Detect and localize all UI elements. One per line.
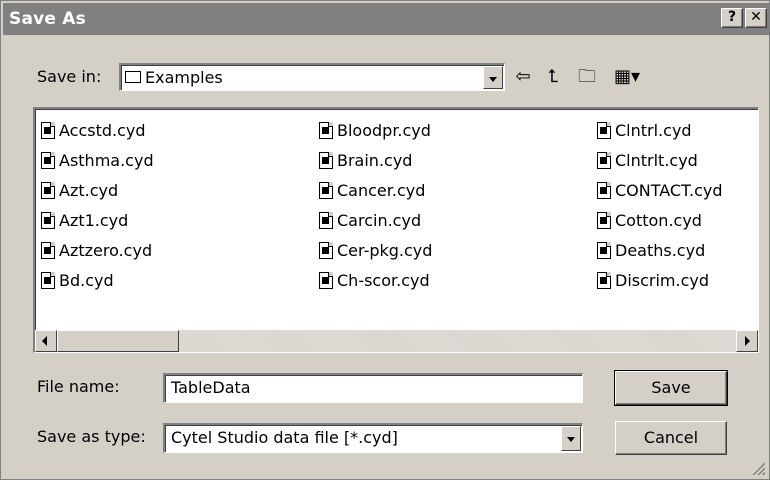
file-item[interactable]: CONTACT.cyd [597, 175, 722, 205]
new-folder-icon[interactable]: 🗀 [573, 65, 601, 89]
file-item[interactable]: Carcin.cyd [319, 205, 432, 235]
up-folder-icon[interactable]: ⮤ [539, 65, 567, 89]
file-icon [319, 151, 333, 169]
file-column-3: Clntrl.cyd Clntrlt.cyd CONTACT.cyd Cotto… [597, 115, 722, 295]
resize-grip[interactable] [751, 461, 765, 475]
back-icon[interactable]: ⇦ [509, 65, 537, 89]
save-button[interactable]: Save [614, 370, 728, 406]
save-as-type-label: Save as type: [37, 427, 146, 446]
save-as-type-dropdown-button[interactable] [561, 426, 581, 451]
file-icon [597, 151, 611, 169]
scroll-left-button[interactable] [35, 330, 57, 352]
save-as-type-value: Cytel Studio data file [*.cyd] [171, 428, 398, 447]
file-item[interactable]: Asthma.cyd [41, 145, 154, 175]
file-icon [319, 211, 333, 229]
file-icon [319, 271, 333, 289]
title-bar: Save As ? ✕ [3, 3, 769, 35]
file-item[interactable]: Clntrlt.cyd [597, 145, 722, 175]
close-button[interactable]: ✕ [745, 8, 767, 28]
file-item[interactable]: Deaths.cyd [597, 235, 722, 265]
file-name-input[interactable]: TableData [163, 373, 583, 403]
file-name-label: File name: [37, 377, 120, 396]
scroll-thumb[interactable] [57, 330, 179, 352]
file-item[interactable]: Clntrl.cyd [597, 115, 722, 145]
horizontal-scrollbar[interactable] [35, 330, 758, 352]
file-name-value: TableData [171, 378, 251, 397]
cancel-button[interactable]: Cancel [615, 421, 727, 455]
file-icon [41, 241, 55, 259]
file-item[interactable]: Bloodpr.cyd [319, 115, 432, 145]
file-item[interactable]: Ch-scor.cyd [319, 265, 432, 295]
dialog-title: Save As [9, 9, 86, 29]
file-item[interactable]: Brain.cyd [319, 145, 432, 175]
file-item[interactable]: Accstd.cyd [41, 115, 154, 145]
file-icon [319, 241, 333, 259]
file-icon [41, 211, 55, 229]
file-column-2: Bloodpr.cyd Brain.cyd Cancer.cyd Carcin.… [319, 115, 432, 295]
file-column-1: Accstd.cyd Asthma.cyd Azt.cyd Azt1.cyd A… [41, 115, 154, 295]
save-in-value: Examples [145, 68, 223, 87]
save-in-dropdown-button[interactable] [483, 66, 503, 89]
file-item[interactable]: Aztzero.cyd [41, 235, 154, 265]
file-icon [597, 121, 611, 139]
save-as-dialog: Save As ? ✕ Save in: Examples ⇦ ⮤ 🗀 ▦▾ A… [0, 0, 770, 480]
file-item[interactable]: Cotton.cyd [597, 205, 722, 235]
save-as-type-select[interactable]: Cytel Studio data file [*.cyd] [163, 423, 583, 453]
folder-icon [125, 71, 141, 83]
view-menu-icon[interactable]: ▦▾ [607, 65, 647, 89]
file-icon [597, 211, 611, 229]
file-list[interactable]: Accstd.cyd Asthma.cyd Azt.cyd Azt1.cyd A… [33, 107, 759, 353]
file-icon [597, 241, 611, 259]
file-item[interactable]: Azt1.cyd [41, 205, 154, 235]
file-icon [41, 121, 55, 139]
help-button[interactable]: ? [721, 8, 743, 28]
file-icon [597, 181, 611, 199]
file-item[interactable]: Cancer.cyd [319, 175, 432, 205]
file-item[interactable]: Discrim.cyd [597, 265, 722, 295]
file-icon [41, 151, 55, 169]
scroll-right-button[interactable] [736, 330, 758, 352]
save-in-combo[interactable]: Examples [119, 63, 505, 91]
file-icon [41, 181, 55, 199]
file-icon [319, 181, 333, 199]
save-in-label: Save in: [37, 67, 102, 86]
file-item[interactable]: Cer-pkg.cyd [319, 235, 432, 265]
file-icon [319, 121, 333, 139]
file-item[interactable]: Bd.cyd [41, 265, 154, 295]
file-icon [597, 271, 611, 289]
file-icon [41, 271, 55, 289]
file-item[interactable]: Azt.cyd [41, 175, 154, 205]
